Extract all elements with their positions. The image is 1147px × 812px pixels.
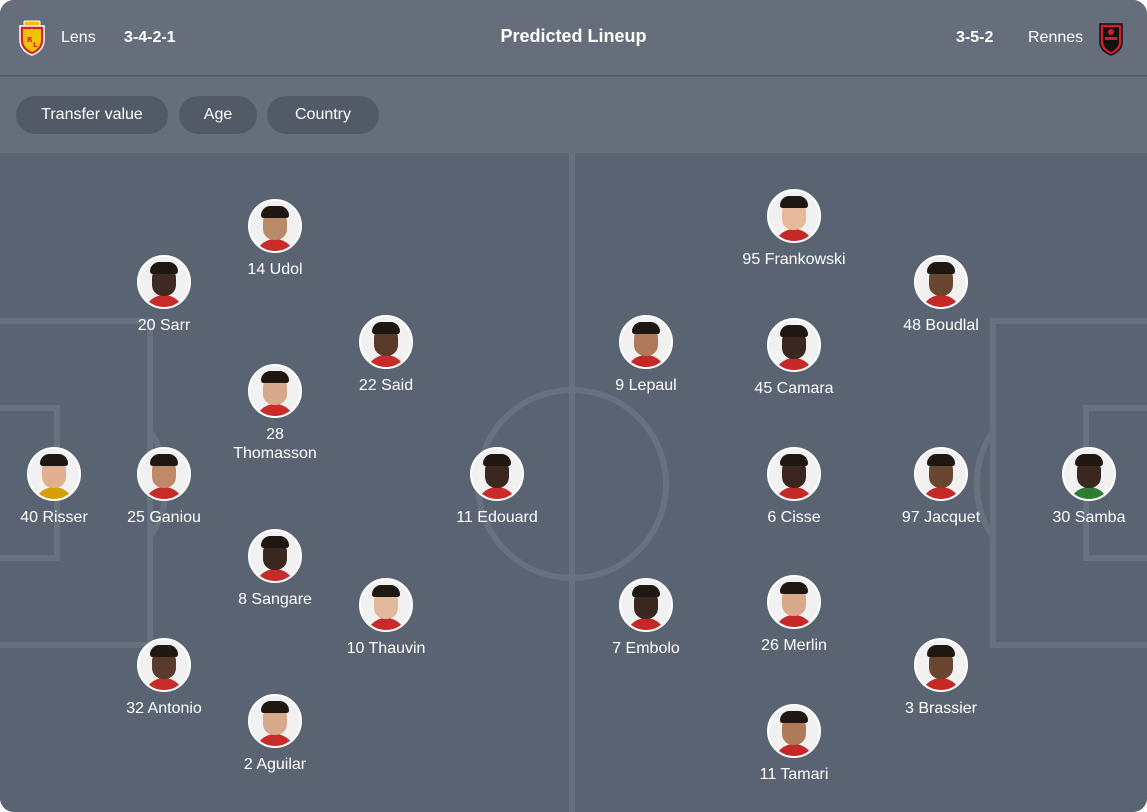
home-player[interactable]: 32 Antonio xyxy=(104,638,224,718)
player-photo-icon xyxy=(767,189,821,243)
home-player[interactable]: 25 Ganiou xyxy=(104,447,224,527)
player-name-label: 48 Boudlal xyxy=(903,317,979,334)
player-photo-icon xyxy=(248,529,302,583)
home-player[interactable]: 14 Udol xyxy=(215,199,335,279)
player-photo-icon xyxy=(1062,447,1116,501)
player-photo-icon xyxy=(27,447,81,501)
away-player[interactable]: 9 Lepaul xyxy=(586,315,706,395)
player-name-label: 9 Lepaul xyxy=(615,377,677,394)
away-player[interactable]: 3 Brassier xyxy=(881,638,1001,718)
player-name-label: 26 Merlin xyxy=(761,637,827,654)
player-photo-icon xyxy=(137,447,191,501)
player-photo-icon xyxy=(359,578,413,632)
player-name-label: 20 Sarr xyxy=(137,317,191,334)
home-player[interactable]: 28 Thomasson xyxy=(215,364,335,463)
home-player[interactable]: 2 Aguilar xyxy=(215,694,335,774)
away-team-name[interactable]: Rennes xyxy=(1028,28,1083,48)
player-name-label: 30 Samba xyxy=(1052,509,1126,526)
away-player[interactable]: 7 Embolo xyxy=(586,578,706,658)
player-name-label: 2 Aguilar xyxy=(243,756,307,773)
away-player[interactable]: 45 Camara xyxy=(734,318,854,398)
player-name-label: 28 Thomasson xyxy=(233,426,317,462)
player-photo-icon xyxy=(767,575,821,629)
player-name-label: 11 Tamari xyxy=(759,766,829,783)
player-name-label: 45 Camara xyxy=(754,380,834,397)
away-player[interactable]: 95 Frankowski xyxy=(734,189,854,269)
player-name-label: 11 Edouard xyxy=(456,509,538,526)
player-photo-icon xyxy=(359,315,413,369)
home-player[interactable]: 40 Risser xyxy=(0,447,114,527)
player-photo-icon xyxy=(914,638,968,692)
home-player[interactable]: 22 Said xyxy=(326,315,446,395)
transfer-value-filter-button[interactable]: Transfer value xyxy=(16,96,168,134)
player-photo-icon xyxy=(248,364,302,418)
player-name-label: 22 Said xyxy=(358,377,414,394)
player-photo-icon xyxy=(767,704,821,758)
away-player[interactable]: 97 Jacquet xyxy=(881,447,1001,527)
home-player[interactable]: 10 Thauvin xyxy=(326,578,446,658)
player-photo-icon xyxy=(767,318,821,372)
country-filter-button[interactable]: Country xyxy=(267,96,379,134)
player-photo-icon xyxy=(619,578,673,632)
away-player[interactable]: 48 Boudlal xyxy=(881,255,1001,335)
lineup-card: R L Lens 3-4-2-1 Predicted Lineup 3-5-2 … xyxy=(0,0,1147,812)
player-name-label: 95 Frankowski xyxy=(742,251,846,268)
away-player[interactable]: 26 Merlin xyxy=(734,575,854,655)
player-name-label: 97 Jacquet xyxy=(901,509,981,526)
player-photo-icon xyxy=(248,694,302,748)
age-filter-button[interactable]: Age xyxy=(179,96,257,134)
lineup-header: R L Lens 3-4-2-1 Predicted Lineup 3-5-2 … xyxy=(0,0,1147,76)
player-photo-icon xyxy=(137,255,191,309)
player-name-label: 40 Risser xyxy=(20,509,88,526)
player-photo-icon xyxy=(137,638,191,692)
filter-bar xyxy=(0,77,1147,153)
away-player[interactable]: 6 Cisse xyxy=(734,447,854,527)
player-name-label: 8 Sangare xyxy=(238,591,312,608)
home-player[interactable]: 20 Sarr xyxy=(104,255,224,335)
home-player[interactable]: 11 Edouard xyxy=(437,447,557,527)
player-photo-icon xyxy=(248,199,302,253)
player-name-label: 6 Cisse xyxy=(767,509,821,526)
player-photo-icon xyxy=(470,447,524,501)
rennes-crest-icon[interactable] xyxy=(1097,20,1125,56)
away-player[interactable]: 30 Samba xyxy=(1029,447,1147,527)
player-name-label: 32 Antonio xyxy=(126,700,202,717)
player-name-label: 3 Brassier xyxy=(904,700,978,717)
player-name-label: 25 Ganiou xyxy=(127,509,201,526)
player-photo-icon xyxy=(767,447,821,501)
player-photo-icon xyxy=(914,447,968,501)
player-name-label: 10 Thauvin xyxy=(346,640,426,657)
player-name-label: 7 Embolo xyxy=(612,640,680,657)
player-photo-icon xyxy=(619,315,673,369)
away-player[interactable]: 11 Tamari xyxy=(734,704,854,784)
player-name-label: 14 Udol xyxy=(247,261,303,278)
away-formation: 3-5-2 xyxy=(956,29,994,46)
home-player[interactable]: 8 Sangare xyxy=(215,529,335,609)
player-photo-icon xyxy=(914,255,968,309)
